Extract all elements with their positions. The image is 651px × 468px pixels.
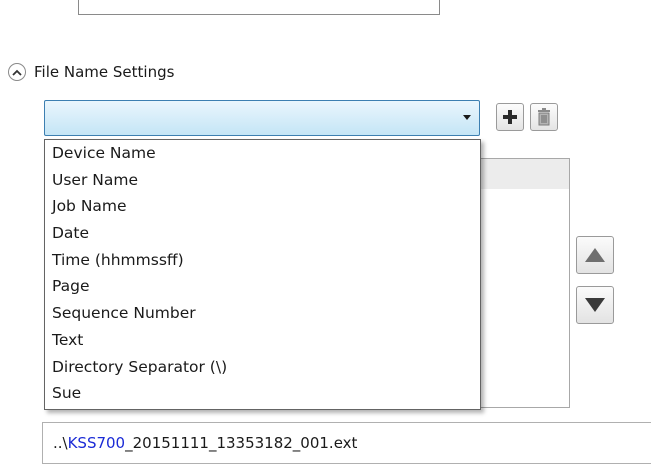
preview-suffix: _20151111_13353182_001.ext (125, 434, 358, 452)
trash-icon (538, 108, 550, 126)
dropdown-option-text[interactable]: Text (45, 327, 480, 354)
preview-prefix: ..\ (53, 434, 68, 452)
dropdown-option-user-name[interactable]: User Name (45, 167, 480, 194)
section-title: File Name Settings (34, 63, 175, 81)
preview-device-name: KSS700 (67, 434, 126, 452)
chevron-down-icon[interactable] (463, 115, 471, 120)
triangle-down-icon (585, 298, 605, 312)
triangle-up-icon (585, 248, 605, 262)
dropdown-option-device-name[interactable]: Device Name (45, 140, 480, 167)
dropdown-option-page[interactable]: Page (45, 273, 480, 300)
chevron-up-icon[interactable] (8, 63, 26, 81)
plus-icon (503, 110, 517, 124)
file-name-preview: ..\KSS700_20151111_13353182_001.ext (42, 422, 651, 464)
element-type-combobox[interactable] (44, 100, 480, 136)
dropdown-option-directory-separator[interactable]: Directory Separator (\) (45, 354, 480, 381)
dropdown-option-sequence-number[interactable]: Sequence Number (45, 300, 480, 327)
element-type-dropdown-list: Device Name User Name Job Name Date Time… (44, 139, 481, 410)
previous-section-box (78, 0, 440, 15)
dropdown-option-date[interactable]: Date (45, 220, 480, 247)
move-down-button[interactable] (576, 286, 614, 324)
dropdown-option-time[interactable]: Time (hhmmssff) (45, 247, 480, 274)
move-up-button[interactable] (576, 236, 614, 274)
add-element-button[interactable] (496, 103, 524, 131)
delete-element-button[interactable] (530, 103, 558, 131)
dropdown-option-job-name[interactable]: Job Name (45, 193, 480, 220)
file-name-settings-header: File Name Settings (8, 60, 174, 84)
dropdown-option-sue[interactable]: Sue (45, 380, 480, 407)
